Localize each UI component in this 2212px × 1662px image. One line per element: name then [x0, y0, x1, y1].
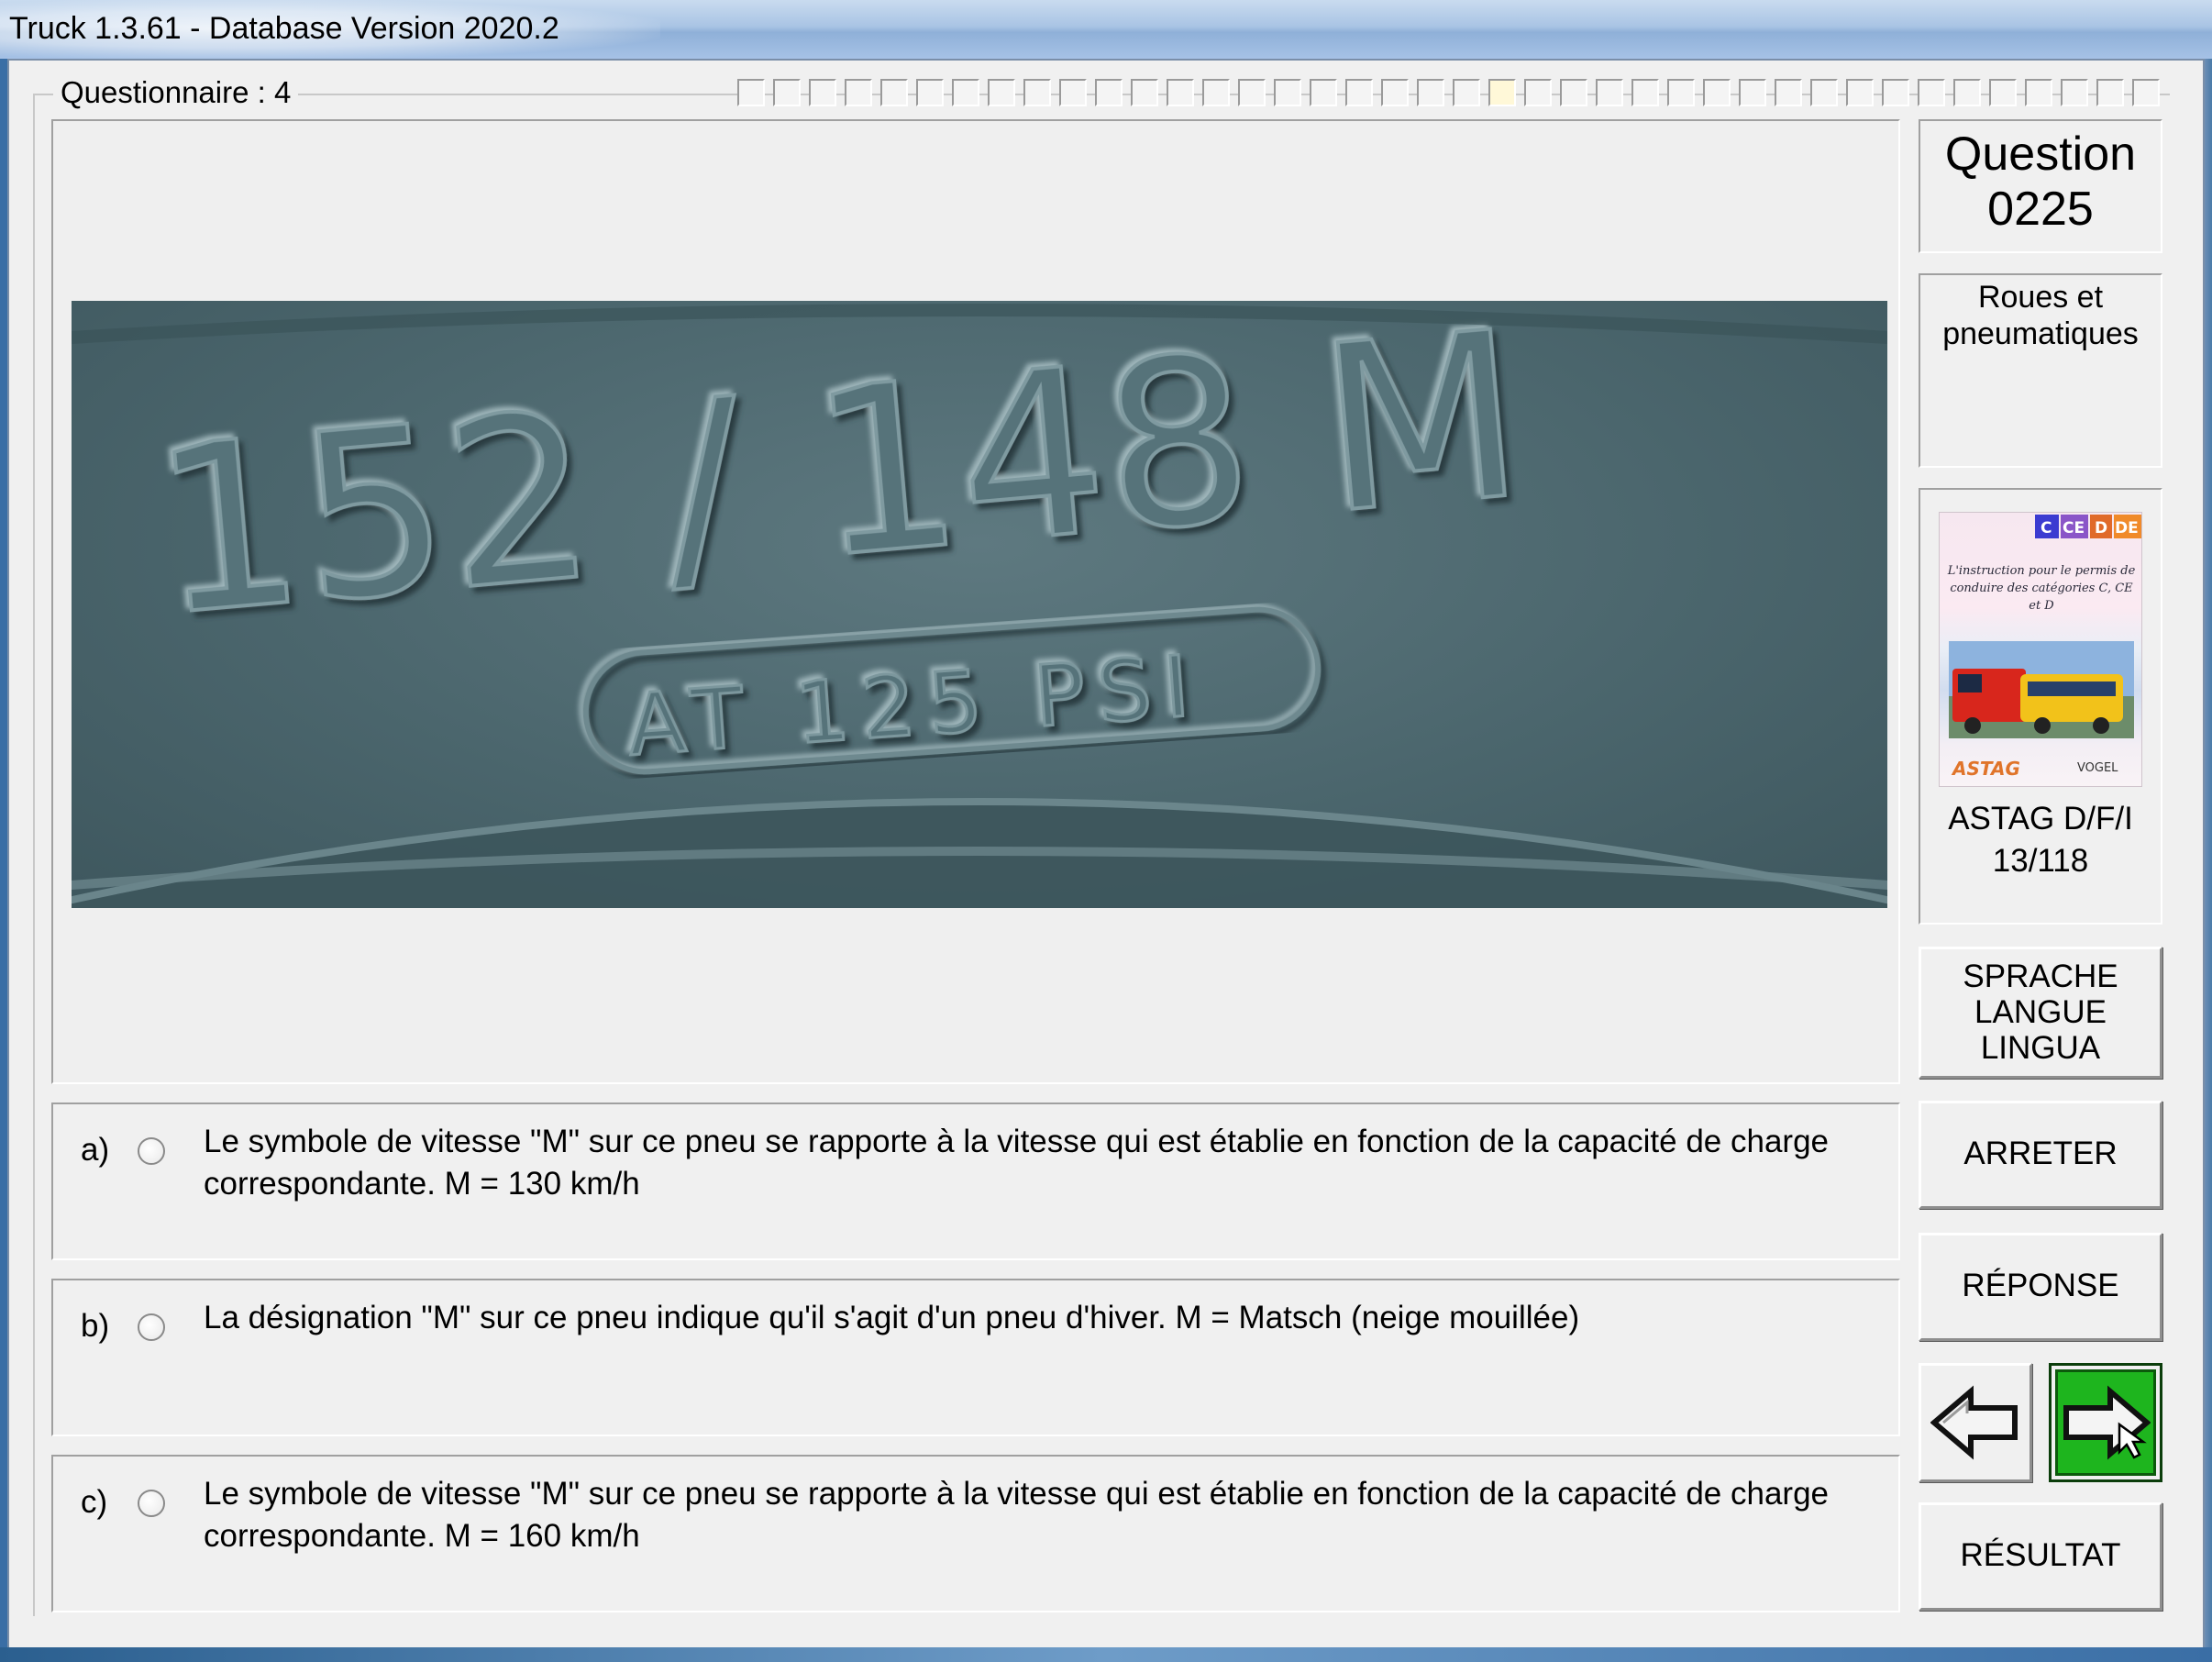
answer-c-radio[interactable]: [138, 1490, 165, 1517]
answer-a-letter: a): [81, 1132, 110, 1168]
result-button[interactable]: RÉSULTAT: [1919, 1502, 2162, 1611]
progress-segment: [1238, 79, 1266, 106]
previous-question-button[interactable]: [1919, 1363, 2032, 1482]
progress-segment: [880, 79, 908, 106]
language-button[interactable]: SPRACHE LANGUE LINGUA: [1919, 947, 2162, 1079]
progress-segment: [2061, 79, 2088, 106]
question-image-panel: 152 / 148 M AT 125 PSI: [51, 119, 1900, 1084]
badge-ce: CE: [2063, 519, 2085, 537]
progress-segment: [1596, 79, 1623, 106]
category-line-1: Roues et: [1977, 280, 2104, 315]
arrow-left-icon: [1930, 1385, 2018, 1460]
progress-segment: [952, 79, 979, 106]
category-line-2: pneumatiques: [1942, 316, 2139, 351]
source-line-1: ASTAG D/F/I: [1948, 801, 2133, 837]
source-line-2: 13/118: [1992, 843, 2089, 879]
client-area: Questionnaire : 4 152 / 148 M AT 125 PSI…: [17, 66, 2197, 1645]
progress-segment: [2132, 79, 2160, 106]
progress-segment: [809, 79, 836, 106]
progress-segment: [1775, 79, 1802, 106]
language-label-1: SPRACHE: [1963, 958, 2118, 994]
progress-segment: [1989, 79, 2017, 106]
title-bar: Truck 1.3.61 - Database Version 2020.2: [0, 0, 2212, 59]
language-label-3: LINGUA: [1980, 1030, 2101, 1066]
source-book-box: C CE D DE L'instruction pour le permis d…: [1919, 488, 2162, 925]
question-category-box: Roues et pneumatiques: [1919, 273, 2162, 468]
progress-segment: [916, 79, 944, 106]
answer-c-text: Le symbole de vitesse "M" sur ce pneu se…: [204, 1476, 1829, 1554]
tire-main-marking: 152 / 148 M: [145, 301, 1532, 667]
badge-c: C: [2041, 519, 2052, 537]
progress-segment: [1918, 79, 1945, 106]
progress-segment: [1882, 79, 1909, 106]
answer-a-radio[interactable]: [138, 1137, 165, 1165]
question-number: 0225: [1987, 183, 2094, 236]
progress-segment: [1131, 79, 1158, 106]
answer-c-letter: c): [81, 1484, 108, 1520]
tire-pressure-marking: AT 125 PSI: [625, 637, 1205, 774]
progress-segment: [1703, 79, 1731, 106]
progress-segment: [1381, 79, 1409, 106]
arrow-right-icon: [2063, 1385, 2151, 1460]
progress-segment: [2096, 79, 2124, 106]
progress-segment: [1560, 79, 1587, 106]
progress-segment: [1095, 79, 1123, 106]
stop-button[interactable]: ARRETER: [1919, 1101, 2162, 1209]
progress-segment: [1417, 79, 1444, 106]
question-number-box: Question 0225: [1919, 119, 2162, 253]
progress-segment: [1202, 79, 1230, 106]
progress-segment: [1488, 79, 1516, 106]
book-publisher-right: VOGEL: [2077, 761, 2118, 775]
progress-segment: [1310, 79, 1337, 106]
book-publisher-left: ASTAG: [1951, 758, 2020, 780]
progress-segment: [1524, 79, 1552, 106]
tire-sidewall-image: 152 / 148 M AT 125 PSI: [72, 301, 1887, 908]
answer-a-row[interactable]: a) Le symbole de vitesse "M" sur ce pneu…: [51, 1102, 1900, 1260]
answer-c-row[interactable]: c) Le symbole de vitesse "M" sur ce pneu…: [51, 1455, 1900, 1612]
progress-segment: [1667, 79, 1695, 106]
question-progress-bar: [737, 79, 2186, 108]
window-title: Truck 1.3.61 - Database Version 2020.2: [9, 11, 559, 46]
badge-de: DE: [2115, 519, 2139, 537]
progress-segment: [1953, 79, 1981, 106]
book-cover-text: L'instruction pour le permis de conduire…: [1947, 564, 2136, 613]
progress-segment: [2025, 79, 2052, 106]
progress-segment: [988, 79, 1015, 106]
progress-segment: [1810, 79, 1838, 106]
progress-segment: [737, 79, 765, 106]
progress-segment: [845, 79, 872, 106]
progress-segment: [1059, 79, 1087, 106]
progress-segment: [1739, 79, 1766, 106]
progress-segment: [1631, 79, 1659, 106]
questionnaire-label: Questionnaire : 4: [53, 75, 299, 110]
progress-segment: [1167, 79, 1194, 106]
answer-a-text: Le symbole de vitesse "M" sur ce pneu se…: [204, 1124, 1829, 1202]
badge-d: D: [2095, 519, 2107, 537]
language-label-2: LANGUE: [1974, 994, 2107, 1030]
book-cover-image: C CE D DE L'instruction pour le permis d…: [1939, 512, 2142, 787]
progress-segment: [1846, 79, 1874, 106]
progress-segment: [1274, 79, 1301, 106]
show-answer-button[interactable]: RÉPONSE: [1919, 1233, 2162, 1341]
answer-b-text: La désignation "M" sur ce pneu indique q…: [204, 1300, 1580, 1335]
main-window: Questionnaire : 4 152 / 148 M AT 125 PSI…: [7, 59, 2205, 1655]
question-title: Question: [1944, 127, 2137, 181]
progress-segment: [1023, 79, 1051, 106]
progress-segment: [773, 79, 801, 106]
progress-segment: [1345, 79, 1373, 106]
next-question-button[interactable]: [2049, 1363, 2162, 1482]
answer-b-letter: b): [81, 1308, 110, 1344]
answer-b-row[interactable]: b) La désignation "M" sur ce pneu indiqu…: [51, 1279, 1900, 1436]
answer-b-radio[interactable]: [138, 1313, 165, 1341]
progress-segment: [1453, 79, 1480, 106]
